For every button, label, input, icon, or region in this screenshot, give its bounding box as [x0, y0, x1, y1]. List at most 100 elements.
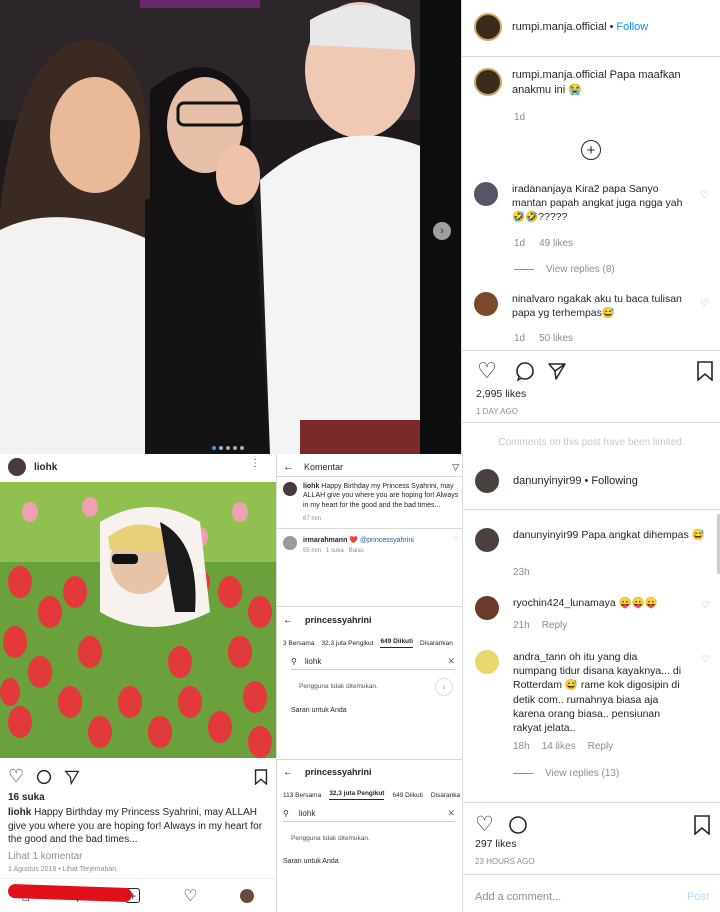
- divider: [462, 350, 720, 351]
- post2-date: 1 Agustus 2018 • Lihat Terjemahan: [8, 866, 117, 873]
- comment-likes[interactable]: 49 likes: [539, 238, 573, 249]
- comment-likes[interactable]: 50 likes: [539, 333, 573, 344]
- tab-diikuti[interactable]: 649 Diikuti: [392, 792, 422, 799]
- profile-avatar[interactable]: [240, 888, 255, 903]
- divider: [463, 874, 720, 875]
- comment-username[interactable]: ryochin424_lunamaya: [513, 597, 616, 609]
- post3-caption: danunyinyir99 Papa angkat dihempas 😅: [475, 528, 710, 552]
- avatar[interactable]: [475, 596, 499, 620]
- avatar[interactable]: [8, 458, 26, 476]
- load-more-icon[interactable]: +: [581, 140, 601, 160]
- divider: [463, 802, 720, 803]
- activity-icon[interactable]: ♡: [183, 886, 197, 906]
- avatar[interactable]: [283, 482, 297, 496]
- post-comment-button[interactable]: Post: [687, 891, 709, 903]
- like-comment-icon[interactable]: ♡: [700, 190, 709, 201]
- comment-username[interactable]: ninalvaro: [512, 293, 555, 305]
- divider: [277, 606, 463, 607]
- comment-icon[interactable]: [36, 769, 52, 785]
- view-replies[interactable]: View replies (8): [514, 264, 615, 275]
- tab-disarankan[interactable]: Disarankan: [420, 640, 453, 647]
- share-icon[interactable]: [64, 769, 80, 785]
- komentar-header: ← Komentar ▽: [283, 458, 459, 476]
- post3-panel: danunyinyir99 • Following danunyinyir99 …: [462, 454, 720, 912]
- search2-input[interactable]: ⚲ liohk ✕: [283, 806, 455, 822]
- comment-username[interactable]: irmarahmann: [303, 537, 347, 544]
- clear-icon[interactable]: ✕: [447, 656, 455, 667]
- post1-username[interactable]: rumpi.manja.official: [512, 21, 607, 33]
- see-comments[interactable]: Lihat 1 komentar: [8, 851, 83, 862]
- bookmark-icon[interactable]: [696, 361, 714, 381]
- reply-button[interactable]: Reply: [542, 620, 568, 631]
- no-result: Pengguna tidak ditemukan.: [291, 835, 370, 842]
- reply-button[interactable]: Reply: [588, 741, 614, 752]
- comment-item: ryochin424_lunamaya 😛😛😛 ♡: [475, 596, 710, 620]
- like-comment-icon[interactable]: ♡: [700, 298, 709, 309]
- clear-icon[interactable]: ✕: [447, 808, 455, 819]
- like-comment-icon[interactable]: ♡: [453, 536, 459, 544]
- back-icon[interactable]: ←: [283, 615, 293, 626]
- next-arrow-icon[interactable]: ›: [433, 222, 451, 240]
- view-replies[interactable]: View replies (13): [513, 768, 619, 779]
- tab-disarankan[interactable]: Disaranka: [431, 792, 460, 799]
- no-result: Pengguna tidak ditemukan.: [299, 683, 378, 690]
- post2-likes[interactable]: 16 suka: [8, 792, 45, 803]
- comment-likes[interactable]: 14 likes: [542, 741, 576, 752]
- post1-caption: rumpi.manja.official Papa maafkan anakmu…: [474, 68, 714, 98]
- search-query: liohk: [304, 657, 322, 666]
- post1-likes[interactable]: 2,995 likes: [476, 388, 526, 400]
- view-replies-label[interactable]: View replies (8): [546, 264, 615, 275]
- avatar[interactable]: [475, 528, 499, 552]
- like-icon[interactable]: ♡: [8, 766, 24, 787]
- back-icon[interactable]: ←: [283, 767, 293, 778]
- tab-diikuti[interactable]: 649 Diikuti: [380, 638, 413, 648]
- comment-meta: 1d 50 likes: [514, 333, 573, 344]
- post3-username[interactable]: danunyinyir99: [513, 475, 582, 487]
- caption-username[interactable]: liohk: [8, 807, 31, 818]
- bookmark-icon[interactable]: [693, 814, 711, 835]
- post2-header: liohk: [8, 456, 57, 478]
- add-comment-input[interactable]: Add a comment...: [475, 891, 561, 903]
- follow-button[interactable]: Follow: [616, 21, 648, 33]
- comment-username[interactable]: liohk: [303, 483, 319, 490]
- replies-line: [513, 773, 533, 774]
- comment-text: oh itu yang dia numpang tidur disana kay…: [513, 651, 682, 734]
- next-arrow-icon[interactable]: ›: [435, 678, 453, 696]
- avatar[interactable]: [475, 469, 499, 493]
- avatar[interactable]: [475, 650, 499, 674]
- more-options-icon[interactable]: ⋮: [250, 458, 260, 469]
- following-button[interactable]: Following: [591, 475, 637, 487]
- like-icon[interactable]: ♡: [475, 812, 494, 837]
- comment-username[interactable]: iradananjaya: [512, 183, 572, 195]
- search1-input[interactable]: ⚲ liohk ✕: [291, 654, 455, 670]
- tab-pengikut[interactable]: 32,3 juta Pengikut: [321, 640, 373, 647]
- tab-bersama[interactable]: 3 Bersama: [283, 640, 314, 647]
- like-comment-icon[interactable]: ♡: [701, 654, 710, 665]
- comment-icon[interactable]: [512, 361, 538, 381]
- search-icon: ⚲: [291, 657, 297, 666]
- caption-username[interactable]: rumpi.manja.official: [512, 69, 607, 81]
- like-icon[interactable]: ♡: [474, 358, 500, 384]
- view-replies-label[interactable]: View replies (13): [545, 768, 619, 779]
- back-icon[interactable]: ←: [283, 461, 294, 473]
- tab-bersama[interactable]: 113 Bersama: [283, 792, 321, 799]
- avatar[interactable]: [474, 13, 502, 41]
- post-photo-1: ›: [0, 0, 461, 454]
- caption-username[interactable]: danunyinyir99: [513, 529, 578, 541]
- comment-username[interactable]: andra_tann: [513, 651, 566, 663]
- post2-username[interactable]: liohk: [34, 462, 57, 473]
- share-icon[interactable]: [544, 361, 570, 381]
- tab-pengikut[interactable]: 32,3 juta Pengikut: [329, 790, 385, 800]
- like-comment-icon[interactable]: ♡: [701, 600, 710, 611]
- avatar[interactable]: [474, 68, 502, 96]
- send-icon[interactable]: ▽: [452, 462, 459, 473]
- post1-date: 1 DAY AGO: [476, 407, 518, 416]
- post3-likes[interactable]: 297 likes: [475, 838, 516, 850]
- avatar[interactable]: [283, 536, 297, 550]
- avatar[interactable]: [474, 182, 498, 206]
- comment-icon[interactable]: [508, 815, 528, 835]
- comment-text: ❤️ @princessyahrini: [349, 537, 414, 544]
- bookmark-icon[interactable]: [254, 768, 268, 785]
- avatar[interactable]: [474, 292, 498, 316]
- comment-text: 😛😛😛: [618, 597, 658, 609]
